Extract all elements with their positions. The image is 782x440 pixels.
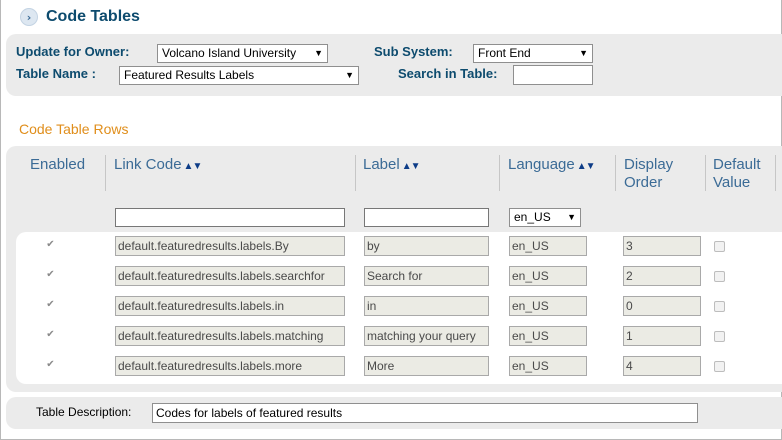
- column-separator: [499, 155, 500, 191]
- link-code-filter-input[interactable]: [115, 208, 345, 227]
- sort-arrows-icon[interactable]: ▲▼: [184, 161, 203, 172]
- subsystem-select[interactable]: Front End ▼: [473, 44, 593, 63]
- link-code-cell[interactable]: default.featuredresults.labels.in: [115, 296, 345, 316]
- display-order-cell[interactable]: 2: [623, 266, 701, 286]
- default-value-checkbox[interactable]: [714, 331, 725, 342]
- column-separator: [615, 155, 616, 191]
- table-description-input[interactable]: Codes for labels of featured results: [152, 403, 698, 423]
- column-header-link-code[interactable]: Link Code ▲▼: [114, 156, 203, 176]
- search-table-label: Search in Table:: [398, 66, 498, 81]
- table-name-label: Table Name :: [16, 66, 96, 81]
- display-order-cell[interactable]: 0: [623, 296, 701, 316]
- label-cell[interactable]: More: [364, 356, 489, 376]
- column-header-language-label: Language: [508, 156, 575, 173]
- column-separator: [705, 155, 706, 191]
- display-order-cell[interactable]: 1: [623, 326, 701, 346]
- owner-select-value: Volcano Island University: [162, 46, 297, 60]
- sort-arrows-icon[interactable]: ▲▼: [577, 161, 596, 172]
- enabled-checkbox[interactable]: ✔: [45, 270, 56, 281]
- enabled-checkbox[interactable]: ✔: [45, 240, 56, 251]
- label-cell[interactable]: matching your query: [364, 326, 489, 346]
- default-value-checkbox[interactable]: [714, 361, 725, 372]
- language-cell[interactable]: en_US: [509, 296, 587, 316]
- label-cell[interactable]: Search for: [364, 266, 489, 286]
- language-cell[interactable]: en_US: [509, 266, 587, 286]
- default-value-checkbox[interactable]: [714, 241, 725, 252]
- language-filter-select[interactable]: en_US ▼: [509, 208, 581, 227]
- display-order-cell[interactable]: 4: [623, 356, 701, 376]
- owner-label: Update for Owner:: [16, 44, 130, 59]
- dropdown-arrow-icon: ▼: [314, 48, 323, 58]
- link-code-cell[interactable]: default.featuredresults.labels.more: [115, 356, 345, 376]
- label-filter-input[interactable]: [364, 208, 489, 227]
- owner-select[interactable]: Volcano Island University ▼: [157, 44, 328, 63]
- column-header-label-label: Label: [363, 156, 400, 173]
- subsystem-label: Sub System:: [374, 44, 453, 59]
- language-cell[interactable]: en_US: [509, 236, 587, 256]
- column-separator: [775, 155, 776, 191]
- chevron-right-icon[interactable]: ›: [20, 8, 38, 26]
- column-header-link-code-label: Link Code: [114, 156, 182, 173]
- link-code-cell[interactable]: default.featuredresults.labels.By: [115, 236, 345, 256]
- search-table-input[interactable]: [513, 65, 593, 85]
- column-header-label[interactable]: Label ▲▼: [363, 156, 420, 176]
- column-separator: [355, 155, 356, 191]
- table-description-label: Table Description:: [36, 405, 132, 419]
- enabled-checkbox[interactable]: ✔: [45, 330, 56, 341]
- page-header: › Code Tables: [20, 6, 140, 28]
- section-title: Code Table Rows: [19, 121, 129, 137]
- page-title: Code Tables: [46, 8, 140, 25]
- language-filter-value: en_US: [514, 210, 551, 224]
- default-value-checkbox[interactable]: [714, 271, 725, 282]
- sort-arrows-icon[interactable]: ▲▼: [402, 161, 421, 172]
- enabled-checkbox[interactable]: ✔: [45, 300, 56, 311]
- dropdown-arrow-icon: ▼: [579, 48, 588, 58]
- subsystem-select-value: Front End: [478, 46, 531, 60]
- label-cell[interactable]: in: [364, 296, 489, 316]
- label-cell[interactable]: by: [364, 236, 489, 256]
- column-header-display-order: Display Order: [624, 156, 674, 191]
- display-order-cell[interactable]: 3: [623, 236, 701, 256]
- enabled-checkbox[interactable]: ✔: [45, 360, 56, 371]
- language-cell[interactable]: en_US: [509, 326, 587, 346]
- column-header-default-value: Default Value: [713, 156, 761, 191]
- column-header-language[interactable]: Language ▲▼: [508, 156, 596, 176]
- dropdown-arrow-icon: ▼: [567, 212, 576, 222]
- default-value-checkbox[interactable]: [714, 301, 725, 312]
- column-header-enabled: Enabled: [30, 156, 86, 173]
- dropdown-arrow-icon: ▼: [345, 70, 354, 80]
- table-name-select-value: Featured Results Labels: [124, 68, 255, 82]
- link-code-cell[interactable]: default.featuredresults.labels.matching: [115, 326, 345, 346]
- language-cell[interactable]: en_US: [509, 356, 587, 376]
- column-separator: [105, 155, 106, 191]
- table-name-select[interactable]: Featured Results Labels ▼: [119, 66, 359, 85]
- link-code-cell[interactable]: default.featuredresults.labels.searchfor: [115, 266, 345, 286]
